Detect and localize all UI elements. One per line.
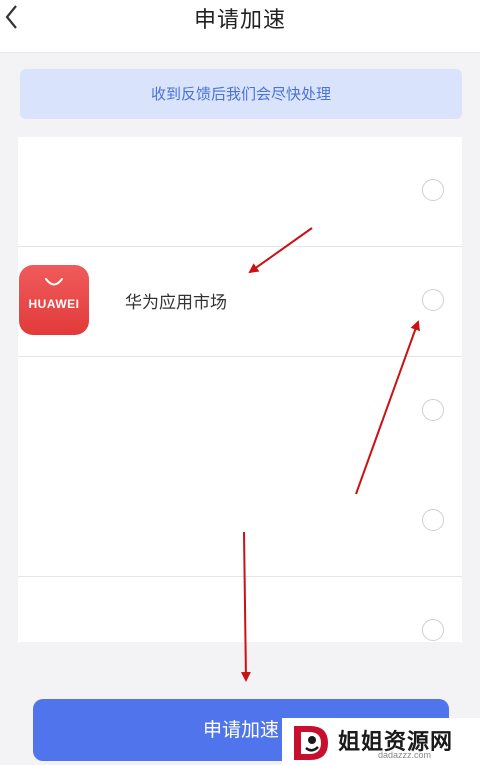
huawei-appgallery-icon: HUAWEI bbox=[19, 265, 89, 335]
feedback-notice: 收到反馈后我们会尽快处理 bbox=[20, 69, 462, 119]
radio-button[interactable] bbox=[422, 289, 444, 311]
app-name-label: 华为应用市场 bbox=[125, 293, 227, 313]
top-bar: 申请加速 bbox=[0, 0, 480, 53]
list-item[interactable] bbox=[18, 577, 462, 642]
bag-handle-icon bbox=[45, 278, 63, 286]
watermark-logo-icon bbox=[294, 726, 328, 760]
watermark: 姐姐资源网 dadazzz.com bbox=[282, 718, 480, 765]
radio-button[interactable] bbox=[422, 179, 444, 201]
watermark-domain: dadazzz.com bbox=[378, 750, 432, 760]
list-item[interactable] bbox=[18, 137, 462, 247]
radio-button[interactable] bbox=[422, 399, 444, 421]
radio-button[interactable] bbox=[422, 619, 444, 641]
radio-button[interactable] bbox=[422, 509, 444, 531]
list-item[interactable] bbox=[18, 357, 462, 467]
list-item[interactable] bbox=[18, 467, 462, 577]
app-list: HUAWEI 华为应用市场 bbox=[18, 137, 462, 642]
huawei-brand-text: HUAWEI bbox=[28, 297, 80, 311]
page-title: 申请加速 bbox=[193, 8, 286, 33]
